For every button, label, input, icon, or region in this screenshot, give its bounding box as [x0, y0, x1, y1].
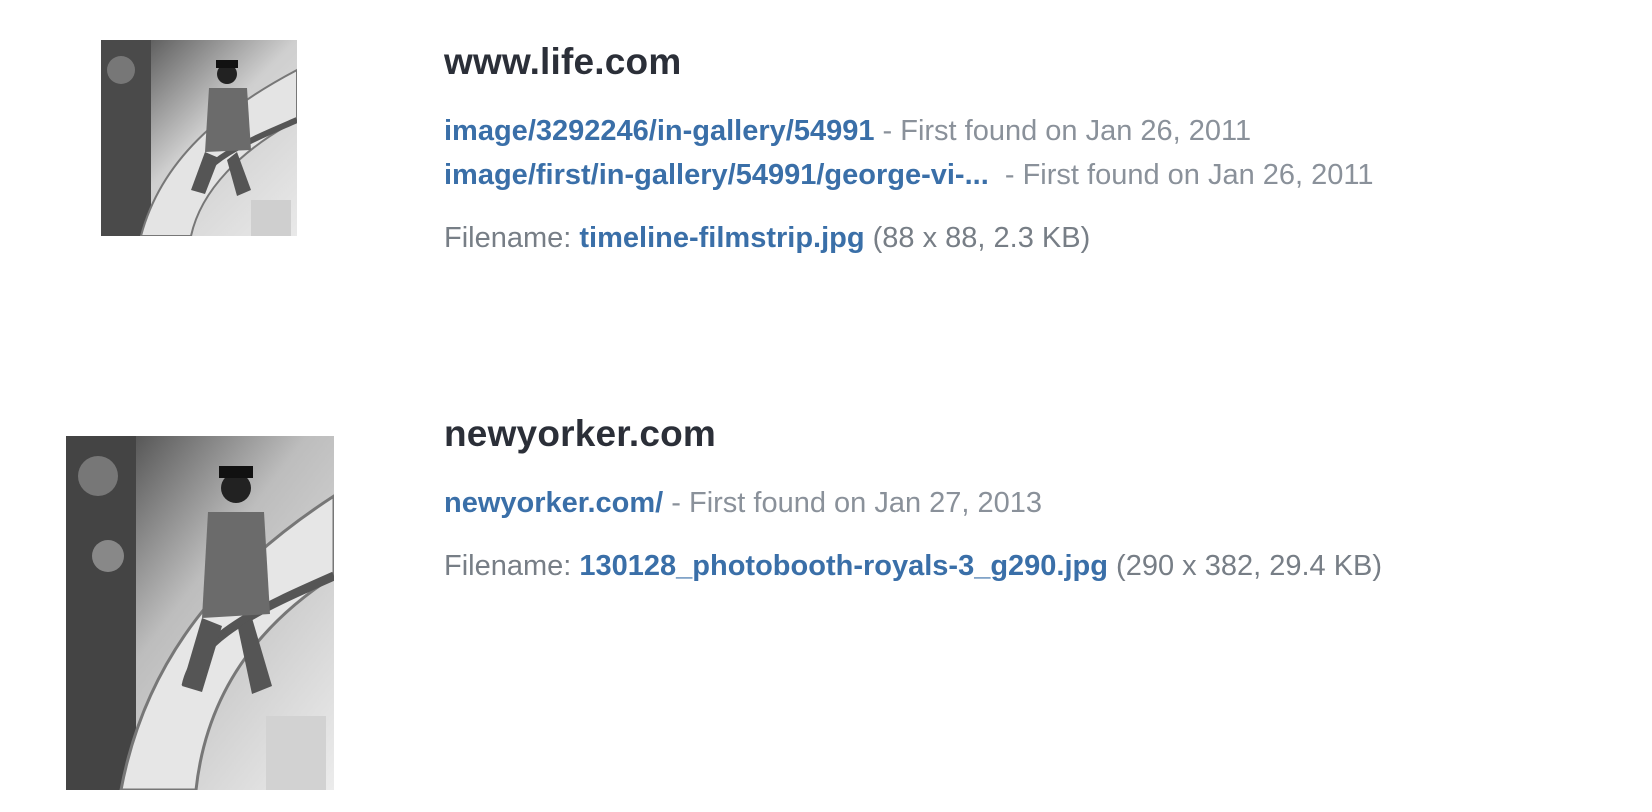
- result-domain: newyorker.com: [444, 413, 717, 454]
- occurrence-link[interactable]: image/first/in-gallery/54991/george-vi-.…: [444, 159, 989, 191]
- result-thumbnail-2[interactable]: [66, 436, 334, 790]
- thumbnail-container: [49, 40, 349, 236]
- photo-thumbnail-icon: [66, 436, 334, 790]
- filename-line: Filename: 130128_photobooth-royals-3_g29…: [444, 544, 1624, 588]
- thumbnail-container: [50, 436, 350, 790]
- first-found-text: - First found on Jan 26, 2011: [874, 115, 1252, 147]
- first-found-text: - First found on Jan 27, 2013: [663, 487, 1043, 519]
- filename-label: Filename:: [444, 222, 580, 254]
- photo-thumbnail-icon: [101, 40, 297, 236]
- filename-link[interactable]: timeline-filmstrip.jpg: [579, 222, 864, 254]
- result-info-2: newyorker.com newyorker.com/ - First fou…: [444, 412, 1624, 588]
- occurrence-line: image/3292246/in-gallery/54991 - First f…: [444, 109, 1624, 153]
- occurrence-line: newyorker.com/ - First found on Jan 27, …: [444, 481, 1624, 525]
- file-details: (88 x 88, 2.3 KB): [864, 222, 1091, 254]
- filename-link[interactable]: 130128_photobooth-royals-3_g290.jpg: [579, 550, 1108, 582]
- result-info-1: www.life.com image/3292246/in-gallery/54…: [444, 40, 1624, 260]
- occurrence-link[interactable]: newyorker.com/: [444, 487, 663, 519]
- filename-line: Filename: timeline-filmstrip.jpg (88 x 8…: [444, 216, 1624, 260]
- file-details: (290 x 382, 29.4 KB): [1107, 550, 1383, 582]
- result-thumbnail-1[interactable]: [101, 40, 297, 236]
- filename-label: Filename:: [444, 550, 580, 582]
- result-domain: www.life.com: [444, 41, 682, 82]
- occurrence-link[interactable]: image/3292246/in-gallery/54991: [444, 115, 874, 147]
- occurrence-line: image/first/in-gallery/54991/george-vi-.…: [444, 153, 1624, 197]
- first-found-text: - First found on Jan 26, 2011: [988, 159, 1374, 191]
